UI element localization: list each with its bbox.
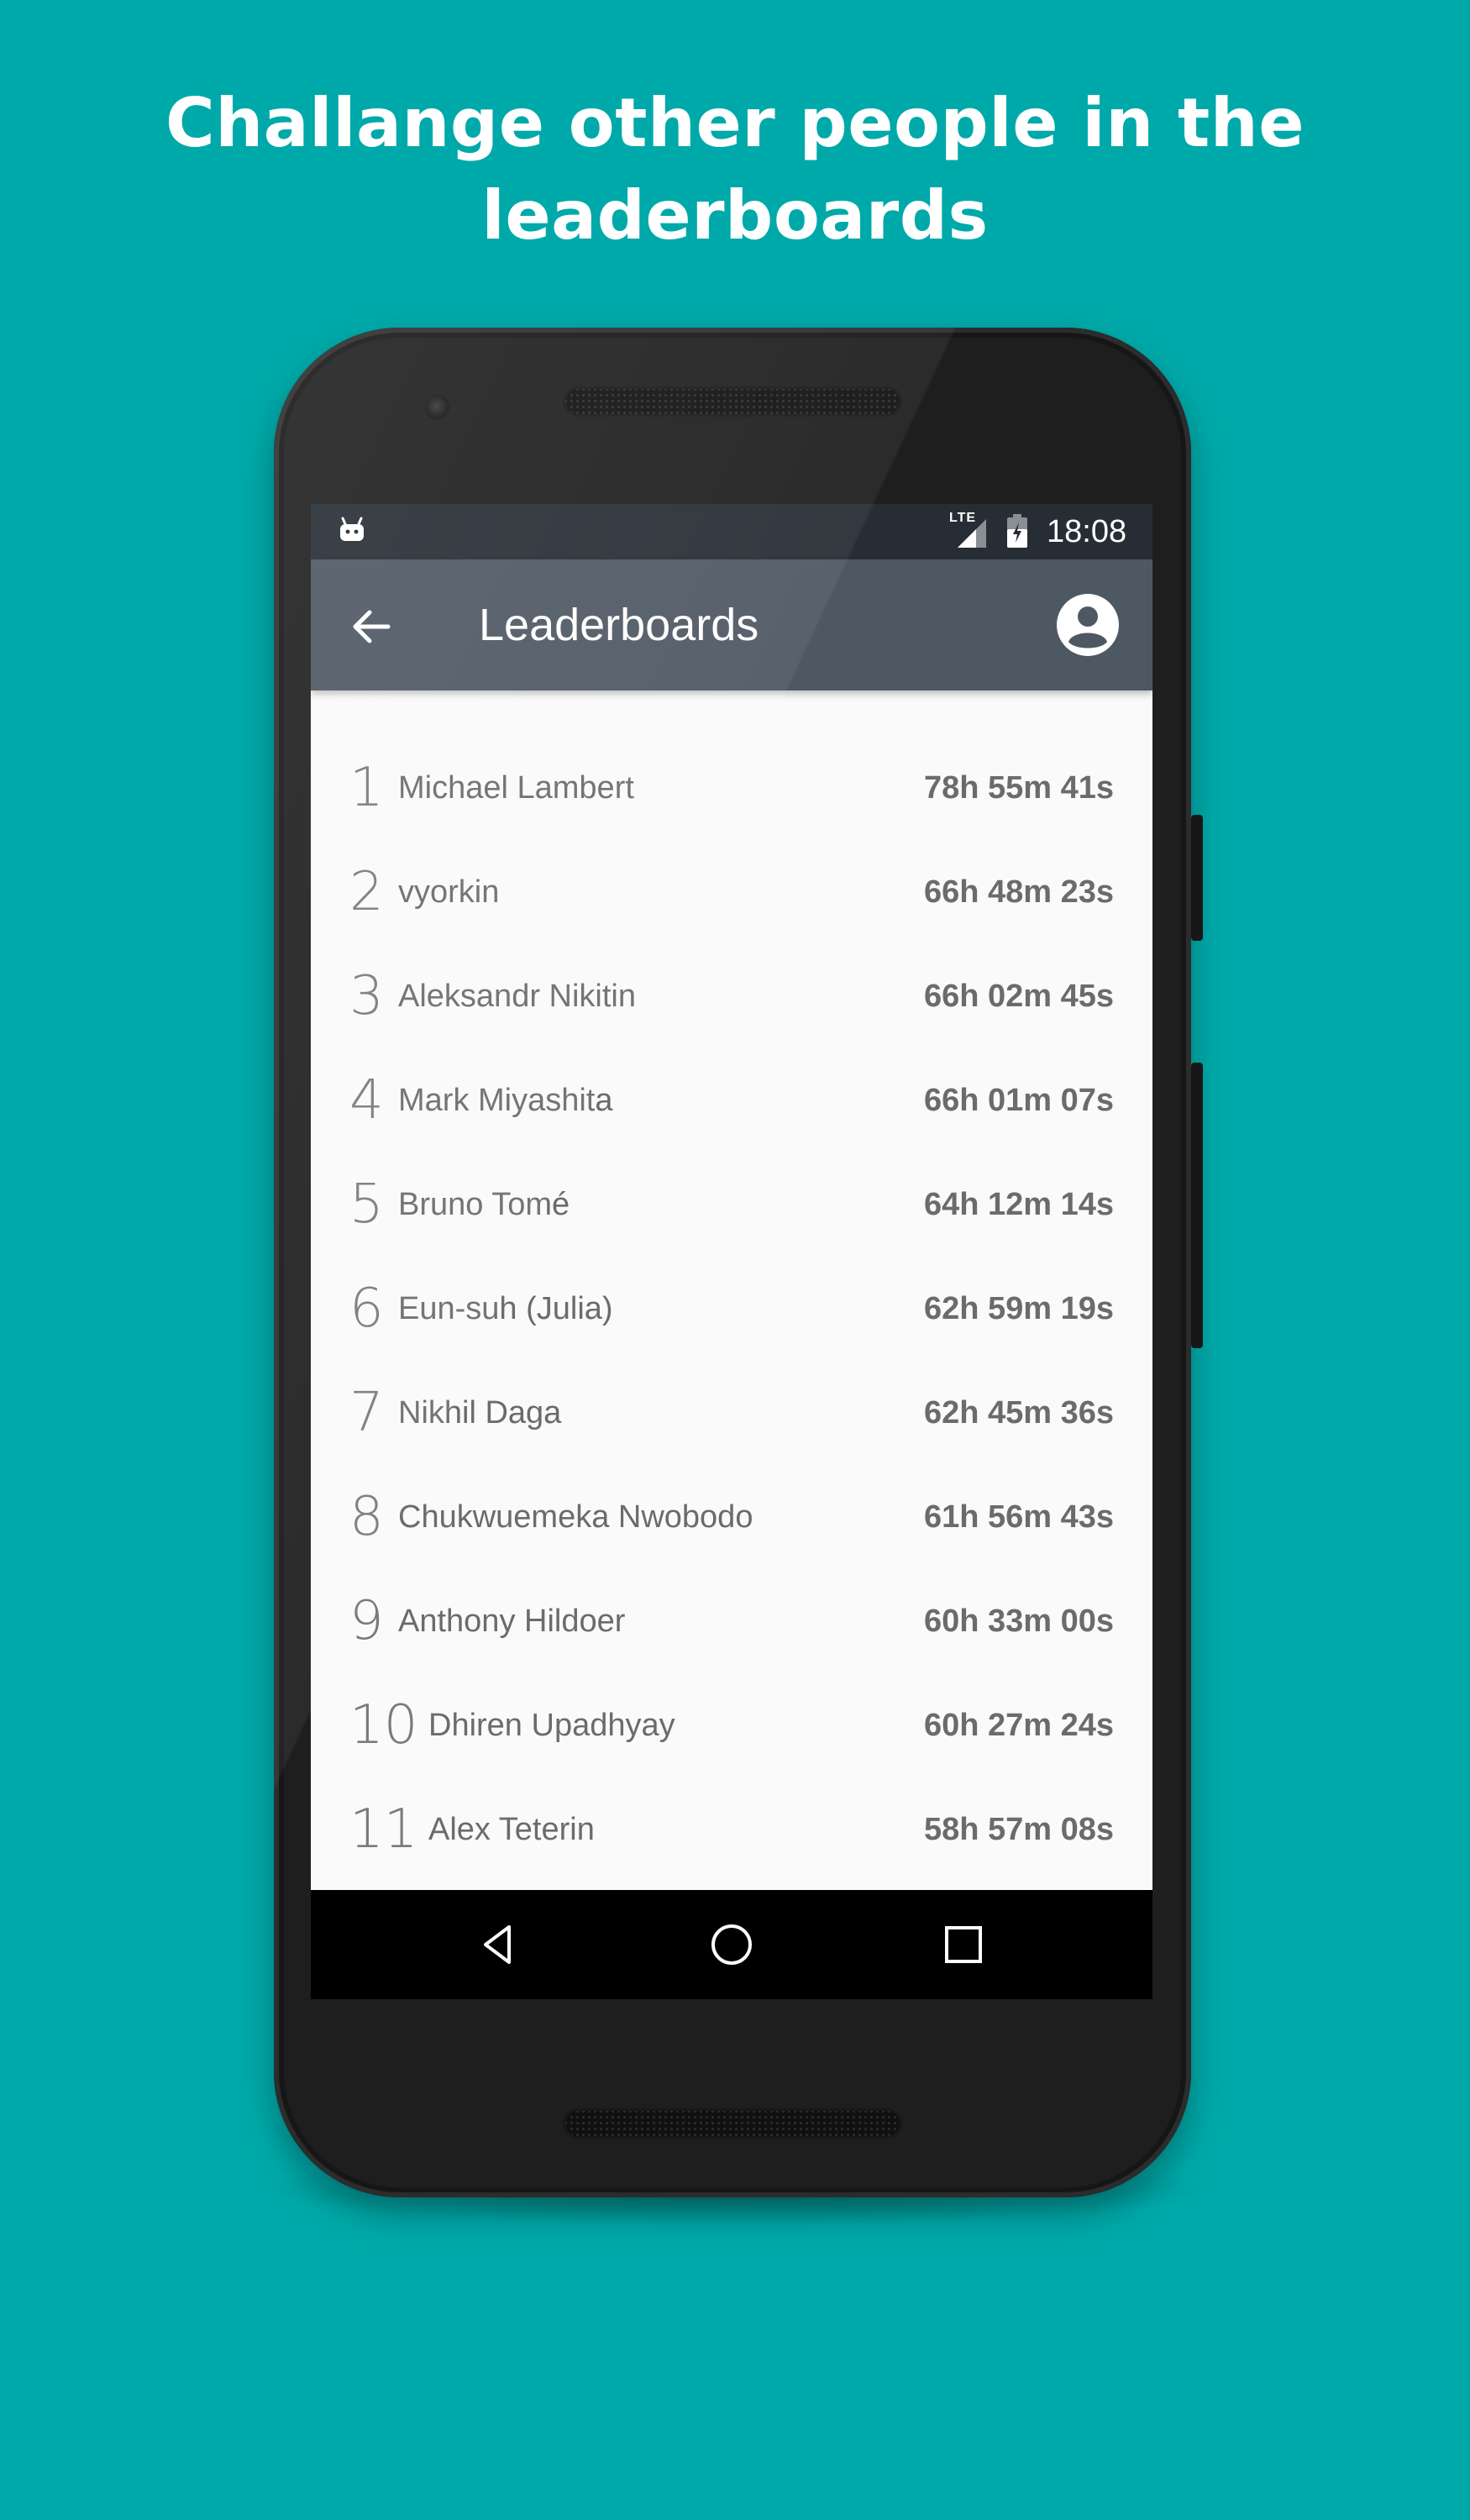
total-time: 66h 48m 23s [923,874,1114,910]
rank-number: 7 [349,1382,384,1444]
battery-icon [1007,514,1027,548]
player-name: Chukwuemeka Nwobodo [398,1499,753,1535]
phone-screen: LTE 18:08 Leaderboards 1 Michael Lambert… [311,504,1152,1999]
total-time: 62h 59m 19s [923,1291,1114,1326]
player-name: vyorkin [398,874,500,910]
total-time: 78h 55m 41s [923,770,1114,806]
leaderboard-row[interactable]: 10 Dhiren Upadhyay 60h 27m 24s [311,1677,1152,1781]
power-button [1191,815,1203,941]
rank-number: 5 [349,1173,384,1236]
rank-number: 10 [349,1694,418,1756]
leaderboard-list[interactable]: 1 Michael Lambert 78h 55m 41s 2 vyorkin 66h 4… [311,690,1152,1890]
signal-icon [958,519,986,548]
leaderboard-row[interactable]: 9 Anthony Hildoer 60h 33m 00s [311,1572,1152,1677]
promo-headline: Challange other people in the leaderboar… [165,84,1305,255]
account-circle-icon[interactable] [1054,591,1121,659]
status-bar: LTE 18:08 [311,504,1152,559]
player-name: Michael Lambert [398,770,634,806]
front-camera [425,395,450,420]
rank-number: 8 [349,1486,384,1548]
page-title: Leaderboards [479,600,759,650]
rank-number: 6 [349,1278,384,1340]
back-arrow-icon[interactable] [346,601,396,652]
total-time: 58h 57m 08s [923,1812,1114,1847]
player-name: Mark Miyashita [398,1083,613,1118]
list-padding [311,690,1152,739]
leaderboard-row[interactable]: 8 Chukwuemeka Nwobodo 61h 56m 43s [311,1468,1152,1572]
rank-number: 4 [349,1069,384,1131]
rank-number: 9 [349,1590,384,1652]
nav-back-triangle-icon[interactable] [475,1922,521,1967]
total-time: 60h 33m 00s [923,1604,1114,1639]
leaderboard-row[interactable]: 4 Mark Miyashita 66h 01m 07s [311,1052,1152,1156]
rank-number: 2 [349,861,384,923]
total-time: 60h 27m 24s [923,1708,1114,1743]
leaderboard-row[interactable]: 7 Nikhil Daga 62h 45m 36s [311,1364,1152,1468]
player-name: Alex Teterin [428,1812,595,1847]
leaderboard-row[interactable]: 6 Eun-suh (Julia) 62h 59m 19s [311,1260,1152,1364]
leaderboard-row[interactable]: 11 Alex Teterin 58h 57m 08s [311,1781,1152,1885]
total-time: 61h 56m 43s [923,1499,1114,1535]
player-name: Dhiren Upadhyay [428,1708,675,1743]
top-speaker-grille [563,386,902,417]
phone-frame: LTE 18:08 Leaderboards 1 Michael Lambert… [274,328,1191,2197]
total-time: 66h 01m 07s [923,1083,1114,1118]
volume-button [1191,1063,1203,1348]
total-time: 64h 12m 14s [923,1187,1114,1222]
nav-recents-square-icon[interactable] [942,1924,984,1966]
player-name: Aleksandr Nikitin [398,979,636,1014]
rank-number: 3 [349,965,384,1027]
leaderboard-row[interactable]: 5 Bruno Tomé 64h 12m 14s [311,1156,1152,1260]
leaderboard-row[interactable]: 1 Michael Lambert 78h 55m 41s [311,739,1152,843]
total-time: 62h 45m 36s [923,1395,1114,1431]
leaderboard-row[interactable]: 3 Aleksandr Nikitin 66h 02m 45s [311,948,1152,1052]
total-time: 66h 02m 45s [923,979,1114,1014]
status-clock: 18:08 [1047,514,1127,549]
app-bar: Leaderboards [311,559,1152,690]
navigation-bar [311,1890,1152,1999]
player-name: Anthony Hildoer [398,1604,626,1639]
player-name: Nikhil Daga [398,1395,562,1431]
android-notification-icon [340,517,364,541]
rank-number: 11 [349,1798,418,1861]
rank-number: 1 [349,757,384,819]
bottom-speaker-grille [563,2108,902,2139]
player-name: Eun-suh (Julia) [398,1291,613,1326]
nav-home-circle-icon[interactable] [709,1922,754,1967]
leaderboard-row[interactable]: 2 vyorkin 66h 48m 23s [311,843,1152,948]
player-name: Bruno Tomé [398,1187,570,1222]
